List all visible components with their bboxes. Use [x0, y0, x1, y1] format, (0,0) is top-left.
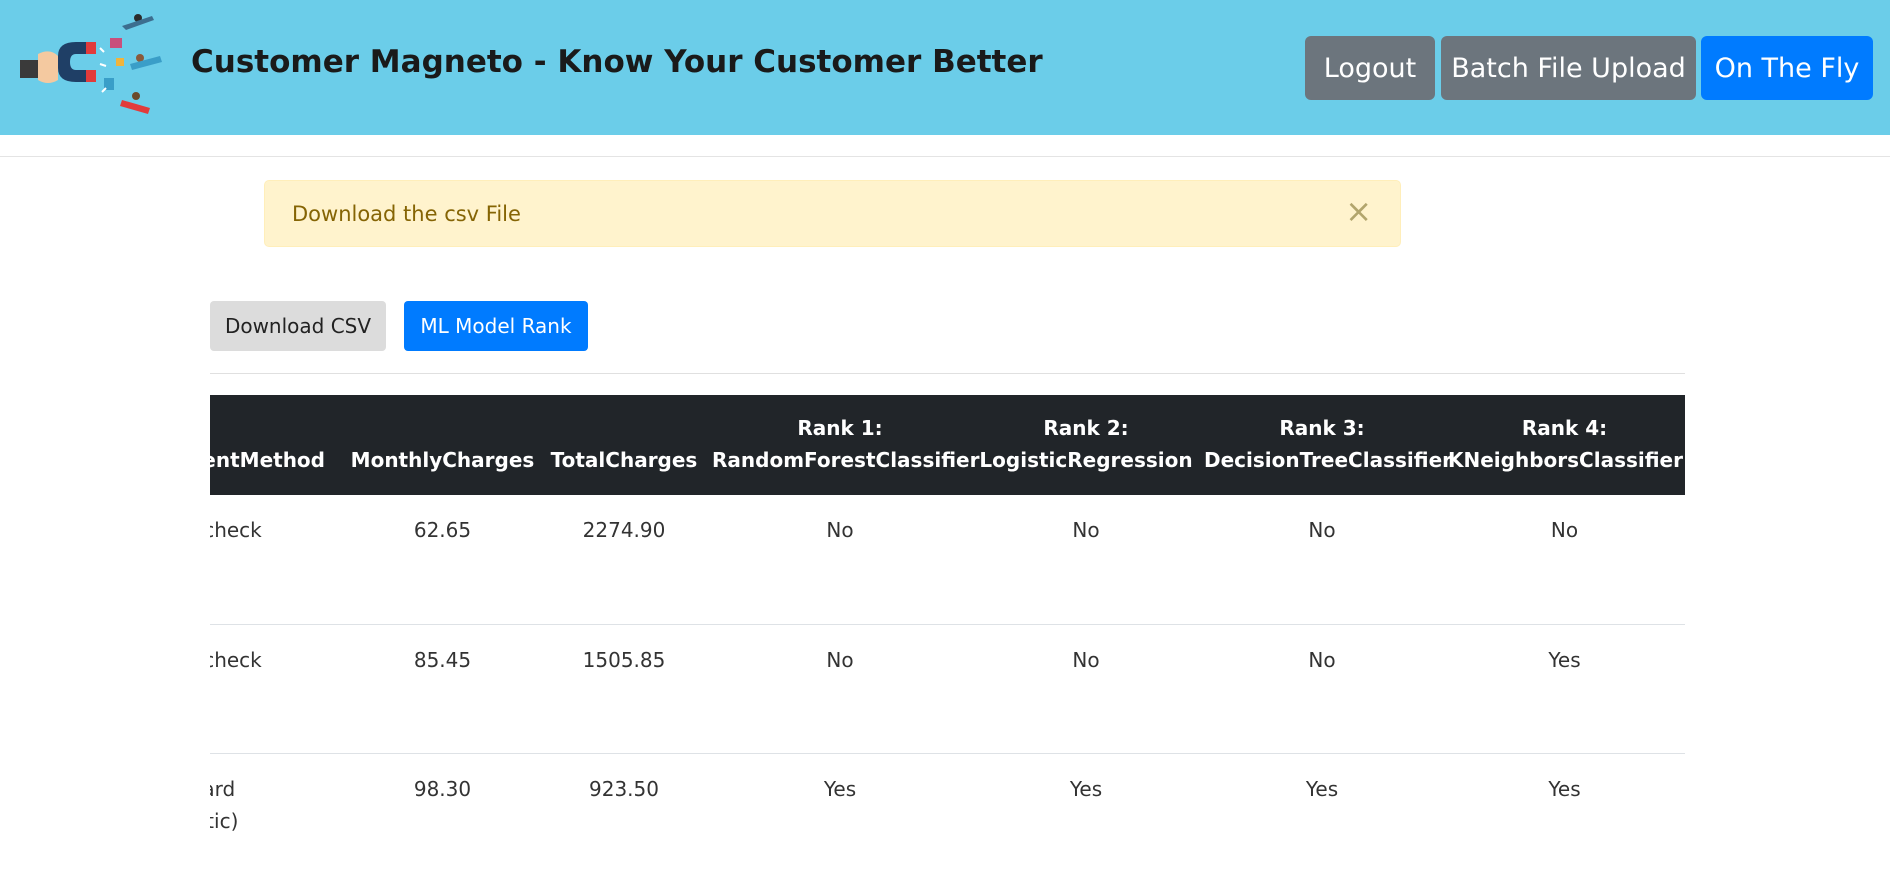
results-table-scroll[interactable]: PaymentMethod MonthlyCharges TotalCharge… [210, 395, 1685, 881]
table-cell: 85.45 [345, 624, 540, 754]
batch-file-upload-button[interactable]: Batch File Upload [1441, 36, 1696, 100]
column-header: TotalCharges [550, 448, 698, 472]
table-cell: 2274.90 [540, 495, 708, 625]
column-header: MonthlyCharges [350, 448, 535, 472]
table-cell: Yes [972, 753, 1200, 881]
table-header-row: PaymentMethod MonthlyCharges TotalCharge… [210, 395, 1685, 495]
table-row: Credit card (automatic) 98.30 923.50 Yes… [210, 753, 1685, 881]
table-cell: 923.50 [540, 753, 708, 881]
column-header: Rank 1: RandomForestClassifier [712, 416, 980, 472]
column-header: Rank 3: DecisionTreeClassifier [1204, 416, 1452, 472]
download-csv-button[interactable]: Download CSV [210, 301, 386, 351]
divider [0, 156, 1890, 157]
table-cell: Yes [1444, 753, 1685, 881]
table-cell: 62.65 [345, 495, 540, 625]
column-header: Rank 4: KNeighborsClassifier [1448, 416, 1683, 472]
logout-button[interactable]: Logout [1305, 36, 1435, 100]
table-cell: Electronic check [210, 495, 345, 625]
magnet-logo-icon [20, 14, 162, 114]
table-cell: No [972, 624, 1200, 754]
table-cell: No [972, 495, 1200, 625]
column-header: PaymentMethod [210, 448, 325, 472]
on-the-fly-button[interactable]: On The Fly [1701, 36, 1873, 100]
table-cell: 98.30 [345, 753, 540, 881]
table-cell: No [1444, 495, 1685, 625]
alert-message: Download the csv File [292, 202, 521, 226]
table-cell: Yes [1200, 753, 1444, 881]
column-header: Rank 2: LogisticRegression [979, 416, 1193, 472]
table-cell: No [708, 624, 972, 754]
divider [210, 373, 1685, 374]
download-alert: Download the csv File × [264, 180, 1401, 247]
results-table: PaymentMethod MonthlyCharges TotalCharge… [210, 395, 1685, 881]
table-cell: Yes [1444, 624, 1685, 754]
table-cell: No [708, 495, 972, 625]
table-cell: No [1200, 495, 1444, 625]
table-cell: Electronic check [210, 624, 345, 754]
table-cell: 1505.85 [540, 624, 708, 754]
ml-model-rank-button[interactable]: ML Model Rank [404, 301, 588, 351]
table-cell: Yes [708, 753, 972, 881]
table-cell: Credit card (automatic) [210, 753, 345, 881]
table-cell: No [1200, 624, 1444, 754]
table-row: Electronic check 85.45 1505.85 No No No … [210, 624, 1685, 754]
brand-title[interactable]: Customer Magneto - Know Your Customer Be… [191, 44, 1043, 80]
navbar: Customer Magneto - Know Your Customer Be… [0, 0, 1890, 135]
table-row: Electronic check 62.65 2274.90 No No No … [210, 495, 1685, 625]
close-icon[interactable]: × [1345, 195, 1372, 227]
